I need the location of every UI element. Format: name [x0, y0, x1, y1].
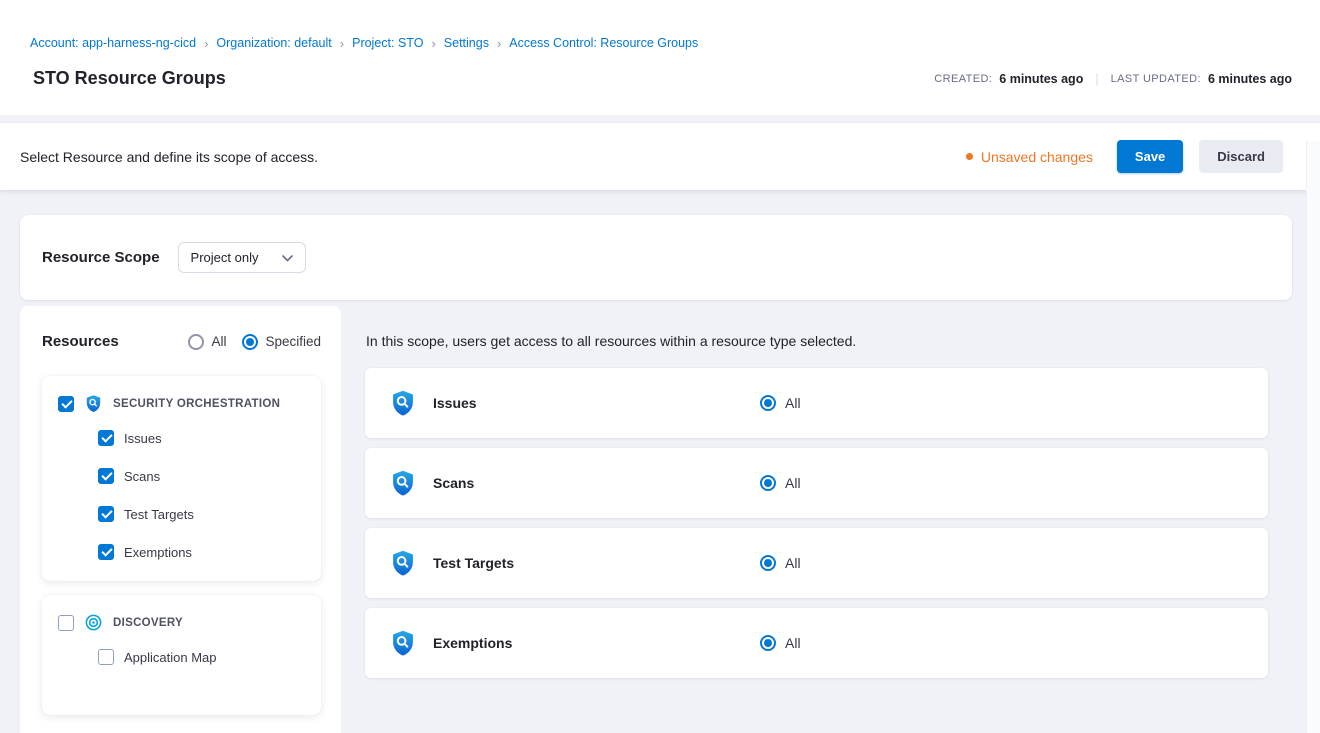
shield-search-icon [389, 389, 417, 417]
page-header: Account: app-harness-ng-cicd › Organizat… [0, 0, 1320, 115]
access-level-label: All [785, 395, 801, 411]
group-checkbox-unchecked[interactable] [58, 615, 74, 631]
chevron-right-icon: › [204, 37, 208, 50]
resources-header: Resources All Specified [42, 333, 321, 350]
last-updated-label: LAST UPDATED: [1111, 73, 1201, 85]
access-row-label: Issues [433, 395, 760, 411]
access-row-label: Scans [433, 475, 760, 491]
chevron-down-icon [282, 250, 293, 265]
resource-item-exemptions: Exemptions [58, 533, 307, 571]
shield-search-icon [389, 469, 417, 497]
unsaved-changes-indicator: Unsaved changes [966, 149, 1093, 165]
breadcrumb-organization-link[interactable]: Organization: default [216, 36, 331, 50]
chevron-right-icon: › [497, 37, 501, 50]
target-icon [84, 613, 103, 632]
item-label: Test Targets [124, 507, 194, 522]
chevron-right-icon: › [431, 37, 435, 50]
group-header: DISCOVERY [58, 609, 307, 638]
radio-option-all[interactable]: All [188, 334, 226, 350]
last-updated-value: 6 minutes ago [1208, 72, 1292, 86]
resource-group-discovery: DISCOVERY Application Map [42, 595, 321, 715]
radio-option-specified[interactable]: Specified [242, 334, 321, 350]
resources-panel: Resources All Specified [20, 306, 341, 733]
access-level-label: All [785, 555, 801, 571]
action-toolbar: Select Resource and define its scope of … [0, 123, 1320, 190]
resource-group-security-orchestration: SECURITY ORCHESTRATION Issues Scans Test… [42, 376, 321, 581]
resource-item-issues: Issues [58, 419, 307, 457]
access-row-exemptions: Exemptions All [365, 608, 1268, 678]
resources-filter-radio-group: All Specified [188, 334, 321, 350]
group-name: DISCOVERY [113, 617, 183, 629]
item-checkbox-checked[interactable] [98, 430, 114, 446]
radio-selected-icon[interactable] [760, 475, 776, 491]
created-value: 6 minutes ago [999, 72, 1083, 86]
access-scope-panel: In this scope, users get access to all r… [365, 306, 1292, 733]
breadcrumb-account-link[interactable]: Account: app-harness-ng-cicd [30, 36, 196, 50]
item-label: Issues [124, 431, 162, 446]
dot-icon [966, 153, 973, 160]
resource-scope-label: Resource Scope [42, 249, 160, 266]
resource-item-application-map: Application Map [58, 638, 307, 676]
resource-scope-select[interactable]: Project only [178, 242, 306, 273]
content-columns: Resources All Specified [20, 306, 1292, 733]
group-name: SECURITY ORCHESTRATION [113, 398, 280, 410]
shield-search-icon [84, 394, 103, 413]
breadcrumb: Account: app-harness-ng-cicd › Organizat… [30, 36, 1292, 50]
access-level-control: All [760, 555, 801, 571]
radio-unselected-icon[interactable] [188, 334, 204, 350]
access-row-label: Test Targets [433, 555, 760, 571]
shield-search-icon [389, 549, 417, 577]
toolbar-actions: Unsaved changes Save Discard [966, 140, 1283, 174]
access-row-scans: Scans All [365, 448, 1268, 518]
item-label: Application Map [124, 650, 217, 665]
unsaved-changes-label: Unsaved changes [981, 149, 1093, 165]
access-scope-description: In this scope, users get access to all r… [366, 333, 1268, 349]
resource-item-test-targets: Test Targets [58, 495, 307, 533]
radio-selected-icon[interactable] [760, 555, 776, 571]
resource-item-scans: Scans [58, 457, 307, 495]
access-level-label: All [785, 475, 801, 491]
item-checkbox-checked[interactable] [98, 506, 114, 522]
shield-search-icon [389, 629, 417, 657]
divider: | [1095, 72, 1098, 86]
item-label: Scans [124, 469, 160, 484]
access-level-control: All [760, 395, 801, 411]
radio-selected-icon[interactable] [760, 635, 776, 651]
item-checkbox-checked[interactable] [98, 544, 114, 560]
created-label: CREATED: [934, 73, 992, 85]
resources-title: Resources [42, 333, 119, 350]
save-button[interactable]: Save [1117, 140, 1183, 174]
resource-scope-card: Resource Scope Project only [20, 215, 1292, 300]
main-content: Resource Scope Project only Resources Al… [0, 190, 1320, 733]
radio-all-label: All [211, 334, 226, 349]
timestamps: CREATED: 6 minutes ago | LAST UPDATED: 6… [934, 72, 1292, 86]
radio-specified-label: Specified [265, 334, 321, 349]
breadcrumb-project-link[interactable]: Project: STO [352, 36, 423, 50]
breadcrumb-resource-groups-link[interactable]: Access Control: Resource Groups [509, 36, 698, 50]
access-row-test-targets: Test Targets All [365, 528, 1268, 598]
toolbar-description: Select Resource and define its scope of … [20, 149, 318, 165]
discard-button[interactable]: Discard [1199, 140, 1283, 174]
scrollbar-track[interactable] [1306, 141, 1320, 733]
item-label: Exemptions [124, 545, 192, 560]
access-level-control: All [760, 635, 801, 651]
access-row-label: Exemptions [433, 635, 760, 651]
item-checkbox-unchecked[interactable] [98, 649, 114, 665]
breadcrumb-settings-link[interactable]: Settings [444, 36, 489, 50]
group-checkbox-checked[interactable] [58, 396, 74, 412]
access-level-control: All [760, 475, 801, 491]
item-checkbox-checked[interactable] [98, 468, 114, 484]
page-title: STO Resource Groups [33, 68, 226, 89]
access-row-issues: Issues All [365, 368, 1268, 438]
group-header: SECURITY ORCHESTRATION [58, 390, 307, 419]
resource-scope-selected-value: Project only [191, 250, 259, 265]
title-row: STO Resource Groups CREATED: 6 minutes a… [30, 68, 1292, 89]
radio-selected-icon[interactable] [242, 334, 258, 350]
radio-selected-icon[interactable] [760, 395, 776, 411]
access-level-label: All [785, 635, 801, 651]
chevron-right-icon: › [340, 37, 344, 50]
